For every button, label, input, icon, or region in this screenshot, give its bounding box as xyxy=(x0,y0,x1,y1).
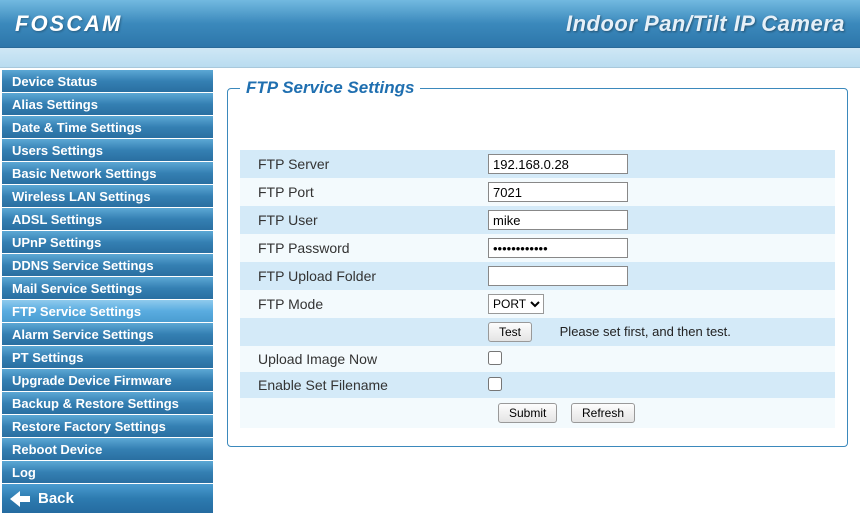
sidebar-item-log[interactable]: Log xyxy=(2,461,213,484)
sidebar-item-label: Alarm Service Settings xyxy=(12,327,154,342)
sidebar-item-label: Date & Time Settings xyxy=(12,120,142,135)
sidebar-item-pt-settings[interactable]: PT Settings xyxy=(2,346,213,369)
test-message: Please set first, and then test. xyxy=(560,324,731,339)
row-enable-set-filename: Enable Set Filename xyxy=(240,372,835,398)
sidebar-item-label: PT Settings xyxy=(12,350,84,365)
sidebar-item-reboot-device[interactable]: Reboot Device xyxy=(2,438,213,461)
enable-set-filename-checkbox[interactable] xyxy=(488,377,502,391)
sidebar-item-wireless-lan-settings[interactable]: Wireless LAN Settings xyxy=(2,185,213,208)
sidebar-item-backup-restore-settings[interactable]: Backup & Restore Settings xyxy=(2,392,213,415)
sidebar-item-device-status[interactable]: Device Status xyxy=(2,70,213,93)
sidebar-item-alias-settings[interactable]: Alias Settings xyxy=(2,93,213,116)
sidebar-item-mail-service-settings[interactable]: Mail Service Settings xyxy=(2,277,213,300)
upload-image-now-checkbox[interactable] xyxy=(488,351,502,365)
enable-set-filename-label: Enable Set Filename xyxy=(240,372,480,398)
sidebar-item-label: Device Status xyxy=(12,74,97,89)
sidebar-item-date-time-settings[interactable]: Date & Time Settings xyxy=(2,116,213,139)
sidebar: Device Status Alias Settings Date & Time… xyxy=(0,68,215,530)
ftp-mode-label: FTP Mode xyxy=(240,290,480,318)
ftp-port-label: FTP Port xyxy=(240,178,480,206)
sidebar-item-label: UPnP Settings xyxy=(12,235,101,250)
sidebar-item-upgrade-device-firmware[interactable]: Upgrade Device Firmware xyxy=(2,369,213,392)
sidebar-item-label: Log xyxy=(12,465,36,480)
ftp-port-input[interactable] xyxy=(488,182,628,202)
header-title: Indoor Pan/Tilt IP Camera xyxy=(566,11,845,37)
ftp-server-input[interactable] xyxy=(488,154,628,174)
row-ftp-password: FTP Password xyxy=(240,234,835,262)
sidebar-item-label: Restore Factory Settings xyxy=(12,419,166,434)
brand-logo: FOSCAM xyxy=(15,11,122,37)
sidebar-item-label: Users Settings xyxy=(12,143,103,158)
row-ftp-upload-folder: FTP Upload Folder xyxy=(240,262,835,290)
sidebar-item-label: FTP Service Settings xyxy=(12,304,141,319)
sidebar-item-users-settings[interactable]: Users Settings xyxy=(2,139,213,162)
refresh-button[interactable]: Refresh xyxy=(571,403,635,423)
sidebar-back-label: Back xyxy=(38,490,74,507)
ftp-upload-folder-input[interactable] xyxy=(488,266,628,286)
sidebar-item-label: Mail Service Settings xyxy=(12,281,142,296)
row-ftp-user: FTP User xyxy=(240,206,835,234)
back-arrow-icon xyxy=(10,490,30,508)
header: FOSCAM Indoor Pan/Tilt IP Camera xyxy=(0,0,860,48)
submit-button[interactable]: Submit xyxy=(498,403,557,423)
sidebar-item-label: Wireless LAN Settings xyxy=(12,189,151,204)
ftp-settings-panel: FTP Service Settings FTP Server FTP Port… xyxy=(227,78,848,447)
sidebar-item-label: Backup & Restore Settings xyxy=(12,396,179,411)
test-button[interactable]: Test xyxy=(488,322,532,342)
row-ftp-port: FTP Port xyxy=(240,178,835,206)
sidebar-item-label: Alias Settings xyxy=(12,97,98,112)
ftp-upload-folder-label: FTP Upload Folder xyxy=(240,262,480,290)
ftp-user-label: FTP User xyxy=(240,206,480,234)
sidebar-item-label: Reboot Device xyxy=(12,442,102,457)
ftp-password-input[interactable] xyxy=(488,238,628,258)
main-content: FTP Service Settings FTP Server FTP Port… xyxy=(215,68,860,530)
sidebar-item-ddns-service-settings[interactable]: DDNS Service Settings xyxy=(2,254,213,277)
upload-image-now-label: Upload Image Now xyxy=(240,346,480,372)
sidebar-item-label: Basic Network Settings xyxy=(12,166,157,181)
subheader-bar xyxy=(0,48,860,68)
sidebar-item-adsl-settings[interactable]: ADSL Settings xyxy=(2,208,213,231)
row-ftp-mode: FTP Mode PORT xyxy=(240,290,835,318)
sidebar-item-upnp-settings[interactable]: UPnP Settings xyxy=(2,231,213,254)
sidebar-item-basic-network-settings[interactable]: Basic Network Settings xyxy=(2,162,213,185)
ftp-settings-form: FTP Server FTP Port FTP User FTP Passwor… xyxy=(240,150,835,428)
ftp-password-label: FTP Password xyxy=(240,234,480,262)
sidebar-item-restore-factory-settings[interactable]: Restore Factory Settings xyxy=(2,415,213,438)
sidebar-item-alarm-service-settings[interactable]: Alarm Service Settings xyxy=(2,323,213,346)
row-actions: Submit Refresh xyxy=(240,398,835,428)
ftp-server-label: FTP Server xyxy=(240,150,480,178)
sidebar-item-back[interactable]: Back xyxy=(2,484,213,514)
sidebar-item-label: Upgrade Device Firmware xyxy=(12,373,172,388)
ftp-user-input[interactable] xyxy=(488,210,628,230)
sidebar-item-label: ADSL Settings xyxy=(12,212,102,227)
sidebar-item-label: DDNS Service Settings xyxy=(12,258,154,273)
ftp-mode-select[interactable]: PORT xyxy=(488,294,544,314)
sidebar-item-ftp-service-settings[interactable]: FTP Service Settings xyxy=(2,300,213,323)
row-ftp-server: FTP Server xyxy=(240,150,835,178)
row-upload-image-now: Upload Image Now xyxy=(240,346,835,372)
row-test: Test Please set first, and then test. xyxy=(240,318,835,346)
panel-title: FTP Service Settings xyxy=(240,78,420,98)
